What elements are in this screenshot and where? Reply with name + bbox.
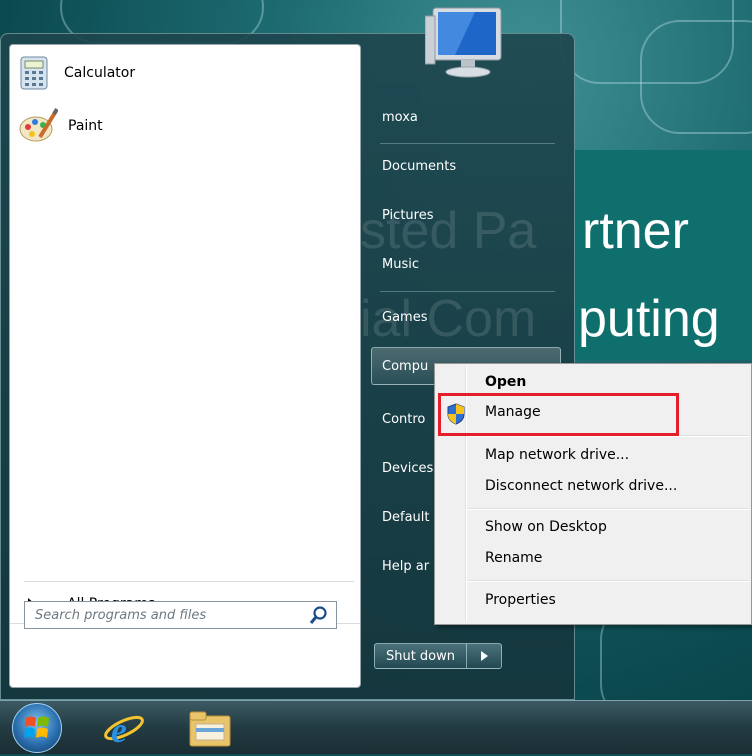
shutdown-button[interactable]: Shut down [374,643,467,669]
right-item-control-panel[interactable]: Contro [382,412,425,427]
manage-highlight-box [438,393,679,436]
windows-explorer-taskbar-button[interactable] [186,706,231,750]
context-menu-open[interactable]: Open [485,374,526,390]
search-icon[interactable] [308,604,330,626]
divider [380,143,555,144]
right-item-help[interactable]: Help ar [382,559,429,574]
svg-text:e: e [111,710,127,750]
windows-start-orb-icon [24,716,49,738]
divider [24,581,354,582]
context-menu-show-on-desktop[interactable]: Show on Desktop [485,519,607,535]
internet-explorer-taskbar-button[interactable]: e [102,706,146,750]
context-menu-properties[interactable]: Properties [485,592,556,608]
banner-text-line2: puting [578,290,720,348]
search-input[interactable] [33,606,308,624]
calculator-icon [20,56,48,90]
right-item-computer[interactable]: Compu [382,359,428,374]
context-menu-map-network-drive[interactable]: Map network drive... [485,447,629,463]
right-item-documents[interactable]: Documents [382,159,456,174]
pinned-item-calculator[interactable]: Calculator [18,53,218,93]
puzzle-shape [640,20,752,134]
paint-icon [19,107,58,142]
computer-monitor-icon [425,7,502,78]
right-item-music[interactable]: Music [382,257,419,272]
right-item-games[interactable]: Games [382,310,427,325]
right-item-devices[interactable]: Devices [382,461,433,476]
banner-text-line1: rtner [582,202,689,260]
search-box[interactable] [24,601,337,629]
right-item-pictures[interactable]: Pictures [382,208,433,223]
context-menu-rename[interactable]: Rename [485,550,542,566]
shutdown-options-button[interactable] [467,643,502,669]
right-item-default-programs[interactable]: Default [382,510,430,525]
start-button[interactable] [12,703,62,753]
context-menu-disconnect-network-drive[interactable]: Disconnect network drive... [485,478,677,494]
context-menu-separator [468,580,750,582]
start-menu-left-pane: Calculator Paint All Programs [9,44,361,688]
chevron-right-icon [481,651,488,661]
right-item-user[interactable]: moxa [382,110,418,125]
internet-explorer-icon: e [104,710,144,750]
context-menu-separator [468,508,750,510]
windows-explorer-icon [189,711,231,747]
pinned-item-label: Paint [68,118,103,134]
divider [380,291,555,292]
pinned-item-label: Calculator [64,65,136,81]
pinned-item-paint[interactable]: Paint [18,106,218,146]
